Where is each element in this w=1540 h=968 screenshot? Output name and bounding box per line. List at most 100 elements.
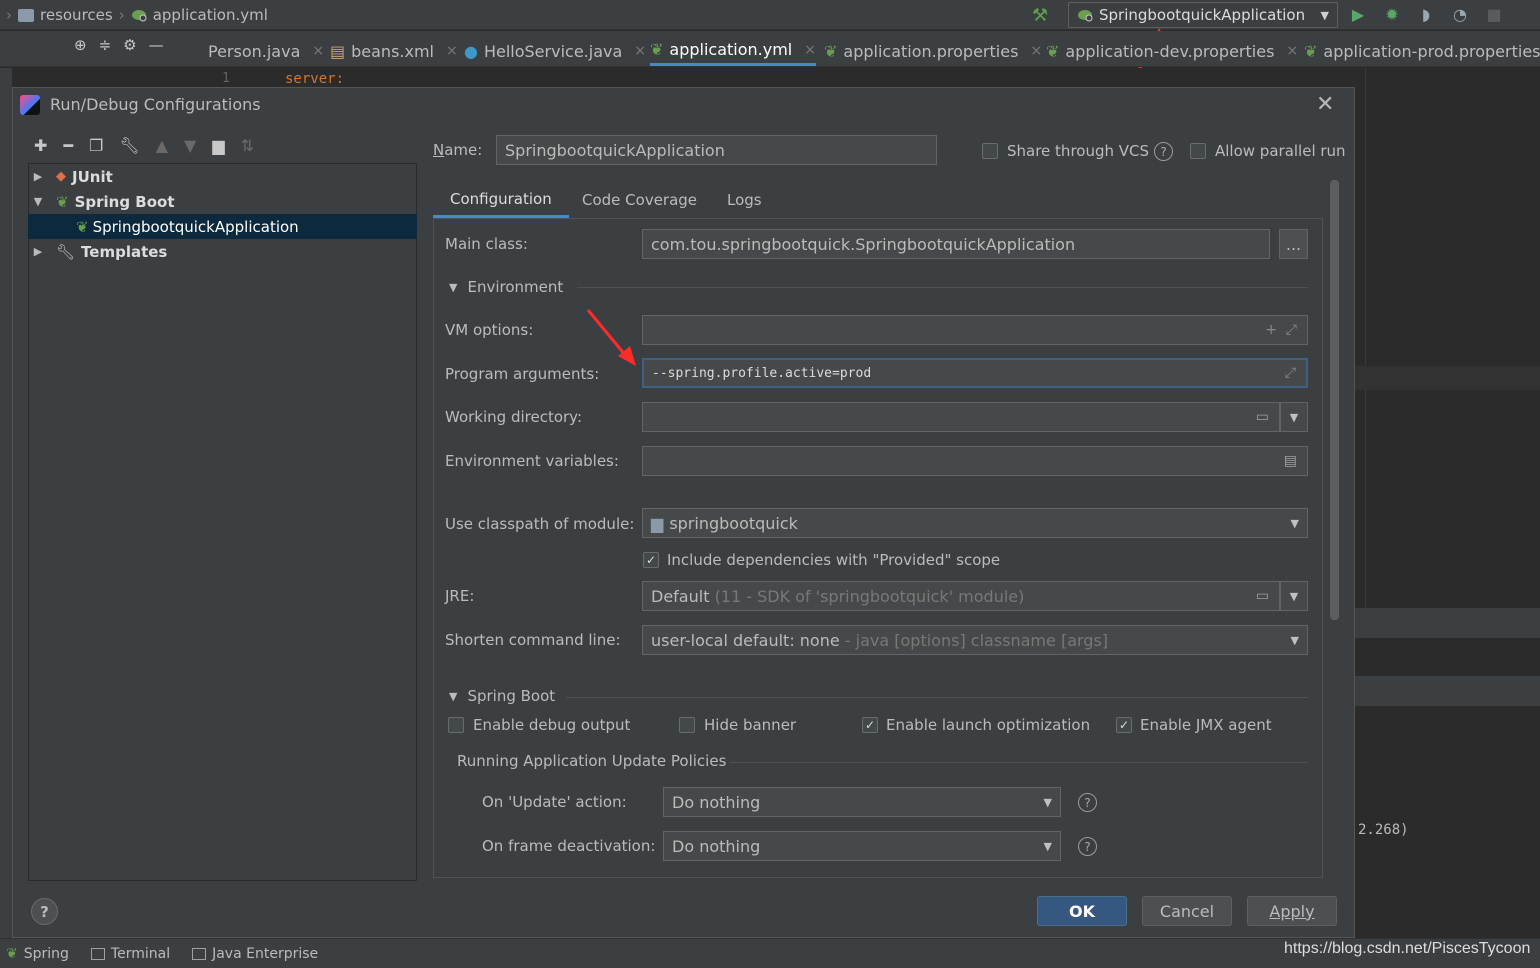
- close-icon[interactable]: ×: [804, 42, 816, 58]
- tab-logs[interactable]: Logs: [727, 182, 762, 218]
- on-update-select[interactable]: Do nothing ▼: [663, 787, 1061, 817]
- collapse-icon[interactable]: ≑: [99, 36, 112, 54]
- expand-icon[interactable]: ⤢: [1285, 365, 1296, 381]
- browse-button[interactable]: ...: [1279, 229, 1308, 259]
- tab-beans-xml[interactable]: ▤ beans.xml ×: [330, 36, 458, 66]
- java-enterprise-tool-tab[interactable]: Java Enterprise: [192, 946, 318, 962]
- close-icon[interactable]: ×: [634, 43, 646, 59]
- help-icon[interactable]: ?: [1154, 142, 1173, 161]
- class-icon: ●: [464, 41, 478, 61]
- name-field[interactable]: SpringbootquickApplication: [496, 135, 937, 165]
- run-icon[interactable]: ▶: [1348, 4, 1368, 24]
- name-value: SpringbootquickApplication: [505, 140, 725, 160]
- expand-icon[interactable]: ⤢: [1286, 322, 1297, 338]
- gear-icon[interactable]: ⚙: [123, 36, 136, 54]
- chevron-down-icon: ▼: [1043, 795, 1052, 809]
- debug-icon[interactable]: ✹: [1382, 4, 1402, 24]
- jre-field[interactable]: Default (11 - SDK of 'springbootquick' m…: [642, 581, 1280, 611]
- working-dir-field[interactable]: ▭: [642, 402, 1280, 432]
- apply-button[interactable]: Apply: [1247, 896, 1337, 926]
- module-icon: ▆: [651, 513, 664, 533]
- folder-icon[interactable]: ▭: [1256, 409, 1269, 425]
- main-class-field[interactable]: com.tou.springbootquick.SpringbootquickA…: [642, 229, 1270, 259]
- include-deps-checkbox[interactable]: ✓: [643, 552, 659, 568]
- help-icon[interactable]: ?: [1078, 837, 1097, 856]
- expand-icon[interactable]: ▶: [30, 170, 46, 183]
- close-icon[interactable]: ×: [446, 43, 458, 59]
- stop-icon[interactable]: ■: [1484, 4, 1504, 24]
- collapse-icon[interactable]: ▼: [30, 195, 46, 208]
- jre-hint: (11 - SDK of 'springbootquick' module): [714, 586, 1025, 606]
- move-up-icon[interactable]: ▲: [156, 136, 168, 155]
- add-icon[interactable]: +: [1265, 322, 1277, 338]
- launch-optimization-checkbox[interactable]: ✓: [862, 717, 878, 733]
- tree-label: Templates: [81, 242, 168, 261]
- tree-item-templates[interactable]: ▶ 🔧︎ Templates: [28, 239, 417, 264]
- sort-icon[interactable]: ⇅: [241, 136, 254, 155]
- breadcrumb-file[interactable]: application.yml: [153, 6, 268, 24]
- program-args-field[interactable]: --spring.profile.active=prod ⤢: [642, 358, 1308, 388]
- tree-item-spring-boot[interactable]: ▼ ❦ Spring Boot: [28, 189, 417, 214]
- edit-list-icon[interactable]: ▤: [1284, 453, 1297, 469]
- shorten-cmd-select[interactable]: user-local default: none - java [options…: [642, 625, 1308, 655]
- hammer-build-icon[interactable]: ⚒: [1032, 5, 1048, 26]
- share-vcs-checkbox[interactable]: [982, 143, 998, 159]
- help-icon[interactable]: ?: [1078, 793, 1097, 812]
- move-down-icon[interactable]: ▼: [184, 136, 196, 155]
- ok-button[interactable]: OK: [1037, 896, 1127, 926]
- tab-application-yml[interactable]: ❦ application.yml ×: [650, 36, 816, 66]
- spring-boot-section-header[interactable]: ▼ Spring Boot: [449, 687, 555, 705]
- dialog-help-button[interactable]: ?: [31, 898, 58, 925]
- tree-label: Spring Boot: [74, 192, 175, 211]
- cancel-button[interactable]: Cancel: [1142, 896, 1232, 926]
- enable-debug-checkbox[interactable]: [448, 717, 464, 733]
- breadcrumb-folder[interactable]: resources: [40, 6, 113, 24]
- vm-options-field[interactable]: + ⤢: [642, 315, 1308, 345]
- classpath-select[interactable]: ▆ springbootquick ▼: [642, 508, 1308, 538]
- project-tool-icons: ⊕ ≑ ⚙ —: [74, 36, 164, 54]
- env-vars-field[interactable]: ▤: [642, 446, 1308, 476]
- locate-icon[interactable]: ⊕: [74, 36, 87, 54]
- jmx-agent-checkbox[interactable]: ✓: [1116, 717, 1132, 733]
- junit-icon: ◆: [56, 169, 66, 184]
- coverage-icon[interactable]: ◗: [1416, 4, 1436, 24]
- terminal-tool-tab[interactable]: Terminal: [90, 946, 170, 962]
- tree-item-springbootquickapplication[interactable]: ❦ SpringbootquickApplication: [28, 214, 417, 239]
- tab-code-coverage[interactable]: Code Coverage: [582, 182, 697, 218]
- profile-icon[interactable]: ◔: [1450, 4, 1470, 24]
- tab-label: application-dev.properties: [1065, 41, 1275, 61]
- allow-parallel-checkbox[interactable]: [1190, 143, 1206, 159]
- expand-icon[interactable]: ▶: [30, 245, 46, 258]
- close-icon[interactable]: ×: [1030, 43, 1042, 59]
- spring-tool-tab[interactable]: ❦ Spring: [6, 946, 69, 962]
- hide-icon[interactable]: —: [149, 36, 164, 54]
- tab-label: HelloService.java: [483, 41, 623, 61]
- tree-item-junit[interactable]: ▶ ◆ JUnit: [28, 164, 417, 189]
- run-configuration-selector[interactable]: SpringbootquickApplication ▼: [1068, 2, 1338, 28]
- close-icon[interactable]: ×: [1286, 43, 1298, 59]
- spring-boot-icon: ❦: [76, 217, 89, 236]
- folder-icon[interactable]: ▭: [1256, 588, 1269, 604]
- close-icon[interactable]: ×: [312, 43, 324, 59]
- section-divider: [566, 697, 1308, 698]
- new-folder-icon[interactable]: ▆: [212, 136, 224, 155]
- working-dir-dropdown[interactable]: ▼: [1280, 402, 1308, 432]
- hide-banner-checkbox[interactable]: [679, 717, 695, 733]
- environment-section-header[interactable]: ▼ Environment: [449, 278, 563, 296]
- tab-application-dev-properties[interactable]: ❦ application-dev.properties ×: [1046, 36, 1298, 66]
- tab-helloservice-java[interactable]: ● HelloService.java ×: [464, 36, 646, 66]
- tab-person-java[interactable]: Person.java ×: [208, 36, 324, 66]
- add-icon[interactable]: ✚: [34, 136, 47, 155]
- tab-application-prod-properties[interactable]: ❦ application-prod.properties: [1304, 36, 1540, 66]
- on-frame-select[interactable]: Do nothing ▼: [663, 831, 1061, 861]
- scrollbar[interactable]: [1330, 180, 1339, 620]
- jre-dropdown[interactable]: ▼: [1280, 581, 1308, 611]
- wrench-icon[interactable]: 🔧︎: [119, 136, 139, 155]
- close-icon[interactable]: ✕: [1316, 92, 1334, 117]
- tab-application-properties[interactable]: ❦ application.properties ×: [824, 36, 1042, 66]
- vm-options-label: VM options:: [445, 321, 534, 339]
- tab-configuration[interactable]: Configuration: [433, 182, 569, 218]
- remove-icon[interactable]: ━: [63, 136, 73, 155]
- program-args-label: Program arguments:: [445, 365, 600, 383]
- copy-icon[interactable]: ❐: [89, 136, 103, 155]
